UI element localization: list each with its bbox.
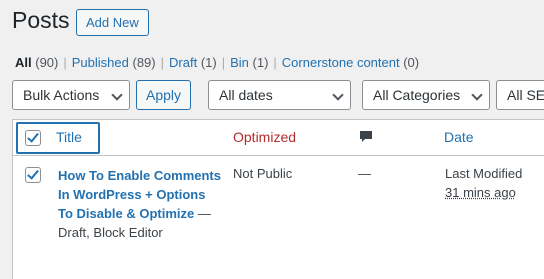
category-filter-select[interactable]: All Categories bbox=[362, 80, 490, 110]
view-bin-link[interactable]: Bin bbox=[230, 55, 249, 70]
post-title-link[interactable]: How To Enable Comments In WordPress + Op… bbox=[58, 168, 221, 221]
view-all-count: (90) bbox=[35, 55, 59, 70]
view-cornerstone-count: (0) bbox=[403, 55, 420, 70]
separator: | bbox=[221, 55, 226, 70]
apply-button[interactable]: Apply bbox=[136, 80, 191, 110]
view-cornerstone-link[interactable]: Cornerstone content bbox=[282, 55, 400, 70]
view-draft-link[interactable]: Draft bbox=[169, 55, 197, 70]
view-published-count: (89) bbox=[132, 55, 156, 70]
column-optimized: Optimized bbox=[233, 129, 297, 145]
separator: | bbox=[160, 55, 165, 70]
date-status: Last Modified bbox=[445, 166, 523, 181]
add-new-button[interactable]: Add New bbox=[76, 9, 149, 36]
optimized-value: Not Public bbox=[233, 166, 293, 181]
checkmark-icon bbox=[27, 130, 39, 143]
page-title: Posts bbox=[12, 7, 70, 33]
select-all-checkbox[interactable] bbox=[25, 130, 41, 146]
chevron-down-icon bbox=[332, 89, 344, 101]
post-status-filter: All (90) | Published (89) | Draft (1) | Bin (1… bbox=[15, 55, 419, 70]
separator: | bbox=[63, 55, 67, 70]
date-filter-value: All dates bbox=[219, 87, 273, 103]
bulk-actions-select[interactable]: Bulk Actions bbox=[12, 80, 130, 110]
view-all-link[interactable]: All bbox=[15, 55, 32, 70]
comment-bubble-icon bbox=[359, 130, 373, 149]
column-title-sort[interactable]: Title bbox=[56, 129, 82, 145]
view-draft-count: (1) bbox=[200, 55, 217, 70]
date-filter-select[interactable]: All dates bbox=[208, 80, 351, 110]
row-checkbox[interactable] bbox=[25, 167, 41, 183]
category-filter-value: All Categories bbox=[373, 87, 461, 103]
chevron-down-icon bbox=[111, 89, 123, 101]
post-title-cell: How To Enable Comments In WordPress + Op… bbox=[58, 166, 223, 242]
view-published-link[interactable]: Published bbox=[72, 55, 129, 70]
separator: | bbox=[273, 55, 277, 70]
chevron-down-icon bbox=[471, 89, 483, 101]
table-header: Title Optimized Date bbox=[13, 120, 544, 156]
seo-filter-select[interactable]: All SEO bbox=[496, 80, 544, 110]
bulk-actions-value: Bulk Actions bbox=[23, 87, 100, 103]
checkmark-icon bbox=[27, 167, 39, 180]
column-date-sort[interactable]: Date bbox=[444, 129, 474, 145]
comments-value: — bbox=[358, 166, 371, 181]
view-bin-count: (1) bbox=[252, 55, 269, 70]
seo-filter-value: All SEO bbox=[507, 87, 544, 103]
posts-table: Title Optimized Date How To Enable Comme… bbox=[12, 119, 544, 279]
date-relative: 31 mins ago bbox=[445, 185, 516, 200]
